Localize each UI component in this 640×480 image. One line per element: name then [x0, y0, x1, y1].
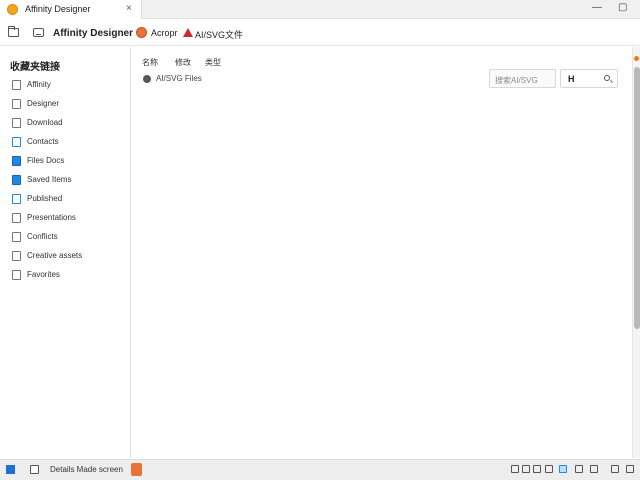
notifications-tray-icon[interactable]	[611, 465, 619, 473]
sidebar-item-label: Designer	[27, 99, 60, 108]
app-logo-icon	[7, 4, 18, 15]
taskbar: Details Made screen	[0, 459, 640, 480]
drive-icon[interactable]	[33, 28, 44, 37]
sidebar-item-creative-assets[interactable]: Creative assets	[0, 247, 130, 265]
tab-title: Affinity Designer	[25, 4, 91, 14]
sidebar-item-contacts[interactable]: Contacts	[0, 133, 130, 151]
address-bar: Affinity Designer Acropr AI/SVG文件	[0, 20, 640, 46]
folder-icon	[12, 175, 21, 185]
sidebar-item-label: Affinity	[27, 80, 51, 89]
search-icon[interactable]	[604, 75, 610, 81]
sidebar-item-designer[interactable]: Designer	[0, 95, 130, 113]
document-icon	[12, 270, 21, 280]
scrollbar-thumb[interactable]	[634, 67, 640, 329]
filter-placeholder: 搜索AI/SVG	[495, 76, 538, 85]
notification-dot-icon	[634, 56, 639, 61]
document-icon	[12, 99, 21, 109]
document-icon	[12, 118, 21, 128]
sidebar-item-favorites[interactable]: Favorites	[0, 266, 130, 284]
column-header-type[interactable]: 类型	[205, 57, 221, 68]
folder-icon	[12, 156, 21, 166]
browser-tab[interactable]: Affinity Designer ×	[0, 0, 142, 19]
start-icon[interactable]	[6, 465, 15, 474]
document-icon	[12, 213, 21, 223]
sidebar-item-saved-items[interactable]: Saved Items	[0, 171, 130, 189]
sidebar-item-affinity[interactable]: Affinity	[0, 76, 130, 94]
contact-icon	[12, 137, 21, 147]
breadcrumb-item-1[interactable]: Acropr	[151, 28, 178, 38]
folder-icon[interactable]	[8, 26, 19, 37]
minimize-button[interactable]: —	[592, 2, 602, 13]
sidebar-item-label: Favorites	[27, 270, 60, 279]
security-tray-icon[interactable]	[559, 465, 567, 473]
sidebar-item-published[interactable]: Published	[0, 190, 130, 208]
filter-input[interactable]: 搜索AI/SVG	[489, 69, 556, 88]
sidebar-item-label: Published	[27, 194, 63, 203]
network-tray-icon[interactable]	[533, 465, 541, 473]
tab-close-icon[interactable]: ×	[126, 3, 132, 14]
folder-entry[interactable]: AI/SVG Files	[156, 74, 202, 83]
column-header-modified[interactable]: 修改	[175, 57, 191, 68]
vertical-scrollbar[interactable]	[632, 47, 640, 458]
file-list-pane: 名称 修改 类型 AI/SVG Files 搜索AI/SVG H	[132, 47, 632, 458]
volume-tray-icon[interactable]	[545, 465, 553, 473]
search-input[interactable]: H	[560, 69, 618, 88]
location-app-name[interactable]: Affinity Designer	[53, 28, 133, 39]
folder-entry-icon	[143, 75, 151, 83]
sidebar-item-presentations[interactable]: Presentations	[0, 209, 130, 227]
sidebar-item-label: Saved Items	[27, 175, 72, 184]
clock-tray-icon[interactable]	[626, 465, 634, 473]
sidebar-item-label: Download	[27, 118, 63, 127]
chat-icon[interactable]	[30, 465, 39, 474]
image-icon	[12, 232, 21, 242]
sidebar-item-label: Creative assets	[27, 251, 83, 260]
text-cursor: H	[568, 74, 575, 84]
sidebar-item-conflicts[interactable]: Conflicts	[0, 228, 130, 246]
breadcrumb-app-icon	[136, 27, 147, 38]
warning-triangle-icon	[183, 28, 193, 37]
display-tray-icon[interactable]	[575, 465, 583, 473]
breadcrumb-item-2[interactable]: AI/SVG文件	[195, 28, 243, 41]
taskbar-label[interactable]: Details Made screen	[50, 465, 123, 474]
cloud-tray-icon[interactable]	[522, 465, 530, 473]
title-bar: Affinity Designer × — ▢	[0, 0, 640, 19]
sidebar-item-label: Presentations	[27, 213, 76, 222]
document-icon	[12, 251, 21, 261]
maximize-button[interactable]: ▢	[618, 2, 627, 13]
search-tray-icon[interactable]	[511, 465, 519, 473]
taskbar-app-icon[interactable]	[131, 463, 142, 476]
sidebar: 收藏夹链接 Affinity Designer Download Contact…	[0, 47, 131, 458]
sidebar-item-label: Files Docs	[27, 156, 65, 165]
sidebar-item-label: Conflicts	[27, 232, 58, 241]
document-icon	[12, 80, 21, 90]
language-tray-icon[interactable]	[590, 465, 598, 473]
document-icon	[12, 194, 21, 204]
sidebar-item-files-docs[interactable]: Files Docs	[0, 152, 130, 170]
sidebar-title: 收藏夹链接	[10, 62, 60, 73]
sidebar-item-label: Contacts	[27, 137, 59, 146]
column-header-name[interactable]: 名称	[142, 57, 158, 68]
sidebar-item-download[interactable]: Download	[0, 114, 130, 132]
